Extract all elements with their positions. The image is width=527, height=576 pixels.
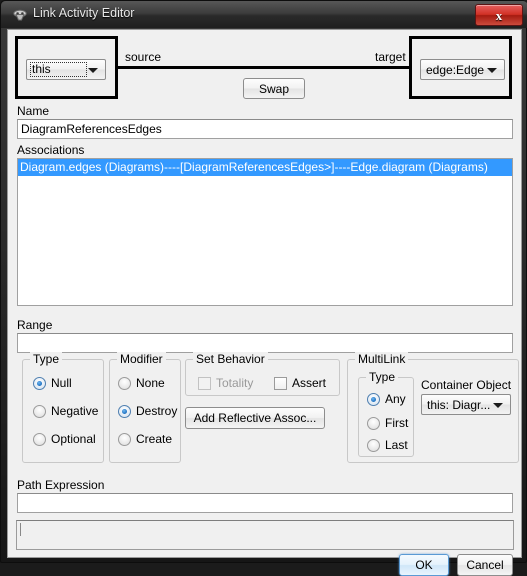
set-behavior-group: Set Behavior Totality Assert	[185, 352, 340, 396]
source-label: source	[125, 50, 162, 64]
target-label: target	[375, 50, 406, 64]
checkbox-icon	[274, 376, 287, 390]
status-text-area[interactable]	[16, 520, 514, 550]
multilink-type-group-title: Type	[366, 370, 399, 384]
associations-list[interactable]: Diagram.edges (Diagrams)----[DiagramRefe…	[17, 158, 513, 306]
modifier-group: Modifier None Destroy Create	[109, 352, 181, 463]
radio-label: Create	[136, 432, 173, 446]
swap-button[interactable]: Swap	[243, 78, 305, 99]
add-reflective-assoc-label: Add Reflective Assoc...	[193, 411, 317, 425]
radio-icon	[33, 432, 46, 446]
name-label: Name	[17, 104, 50, 118]
radio-icon	[33, 404, 46, 418]
target-object-value: edge:Edge	[426, 63, 485, 77]
link-connector-line	[118, 66, 409, 69]
chevron-down-icon	[88, 68, 98, 73]
radio-label: Null	[51, 376, 72, 390]
radio-label: Negative	[51, 404, 99, 418]
checkbox-assert[interactable]: Assert	[274, 376, 326, 390]
title-bar[interactable]: Link Activity Editor x	[1, 1, 527, 28]
ok-button-label: OK	[415, 558, 433, 572]
associations-label: Associations	[17, 143, 85, 157]
ok-button[interactable]: OK	[399, 554, 449, 576]
radio-type-null[interactable]: Null	[33, 376, 72, 390]
checkbox-totality: Totality	[198, 376, 253, 390]
radio-icon	[367, 392, 380, 406]
chevron-down-icon	[487, 68, 497, 73]
close-icon: x	[495, 7, 503, 23]
checkbox-icon	[198, 376, 211, 390]
add-reflective-assoc-button[interactable]: Add Reflective Assoc...	[185, 407, 325, 429]
checkbox-label: Totality	[216, 376, 254, 390]
radio-icon	[118, 404, 131, 418]
type-group-title: Type	[30, 352, 63, 366]
radio-multilink-any[interactable]: Any	[367, 392, 406, 406]
radio-modifier-destroy[interactable]: Destroy	[118, 404, 177, 418]
source-endpoint-box: this	[15, 36, 118, 99]
radio-icon	[118, 376, 131, 390]
list-item[interactable]: Diagram.edges (Diagrams)----[DiagramRefe…	[18, 159, 512, 176]
radio-icon	[367, 438, 380, 452]
close-button[interactable]: x	[475, 4, 523, 26]
radio-modifier-none[interactable]: None	[118, 376, 165, 390]
multilink-type-group: Type Any First Last	[358, 370, 414, 457]
radio-multilink-first[interactable]: First	[367, 416, 408, 430]
radio-label: Destroy	[136, 404, 178, 418]
radio-label: First	[385, 416, 409, 430]
dialog-client-area: source target this edge:Edge Swap Name D…	[7, 29, 522, 576]
name-input[interactable]	[17, 119, 513, 139]
link-diagram: source target this edge:Edge Swap	[15, 36, 512, 99]
checkbox-label: Assert	[292, 376, 327, 390]
swap-button-label: Swap	[258, 81, 290, 96]
path-expression-input[interactable]	[17, 493, 513, 513]
modifier-group-title: Modifier	[117, 352, 166, 366]
container-object-label: Container Object	[421, 378, 512, 392]
range-label: Range	[17, 318, 53, 332]
radio-icon	[33, 376, 46, 390]
chevron-down-icon	[493, 403, 503, 408]
radio-label: Last	[385, 438, 408, 452]
app-icon	[11, 6, 28, 23]
text-caret	[20, 523, 21, 536]
radio-type-negative[interactable]: Negative	[33, 404, 98, 418]
source-object-value: this	[30, 62, 87, 77]
target-object-dropdown[interactable]: edge:Edge	[420, 59, 505, 80]
range-input[interactable]	[17, 333, 513, 353]
window-title: Link Activity Editor	[33, 6, 135, 20]
target-endpoint-box: edge:Edge	[409, 36, 512, 99]
radio-icon	[118, 432, 131, 446]
multilink-group: MultiLink Type Any First Last Container …	[347, 352, 519, 463]
source-object-dropdown[interactable]: this	[26, 59, 106, 80]
multilink-group-title: MultiLink	[355, 352, 409, 366]
radio-type-optional[interactable]: Optional	[33, 432, 96, 446]
link-activity-editor-window: Link Activity Editor x source target thi…	[0, 0, 527, 576]
cancel-button-label: Cancel	[466, 558, 504, 572]
radio-label: None	[136, 376, 165, 390]
container-object-dropdown[interactable]: this: Diagr...	[421, 394, 511, 415]
radio-icon	[367, 416, 380, 430]
radio-label: Any	[385, 392, 406, 406]
radio-multilink-last[interactable]: Last	[367, 438, 408, 452]
container-object-value: this: Diagr...	[427, 398, 491, 412]
radio-label: Optional	[51, 432, 96, 446]
cancel-button[interactable]: Cancel	[457, 554, 513, 576]
set-behavior-group-title: Set Behavior	[193, 352, 268, 366]
type-group: Type Null Negative Optional	[22, 352, 104, 463]
radio-modifier-create[interactable]: Create	[118, 432, 172, 446]
path-expression-label: Path Expression	[17, 478, 105, 492]
